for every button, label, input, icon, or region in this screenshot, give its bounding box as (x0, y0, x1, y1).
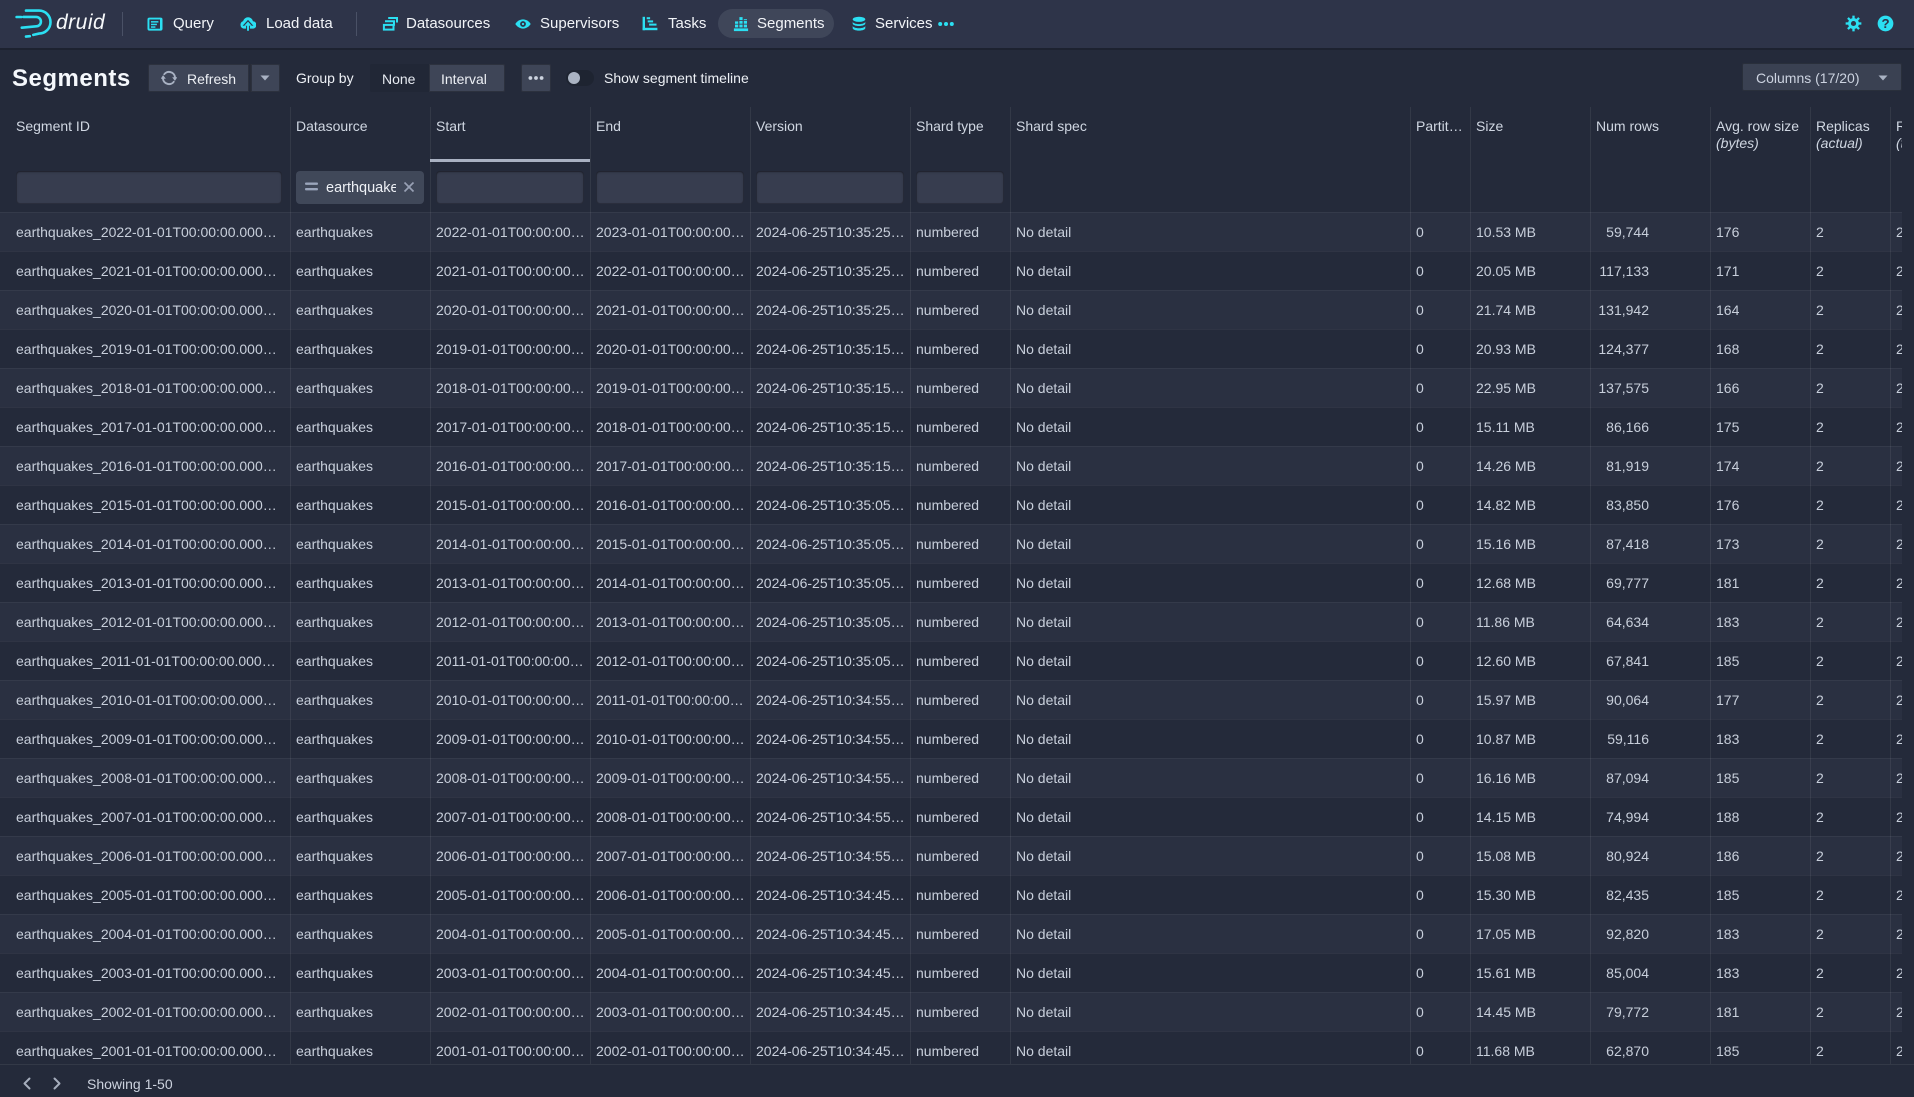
svg-text:?: ? (1881, 16, 1889, 31)
